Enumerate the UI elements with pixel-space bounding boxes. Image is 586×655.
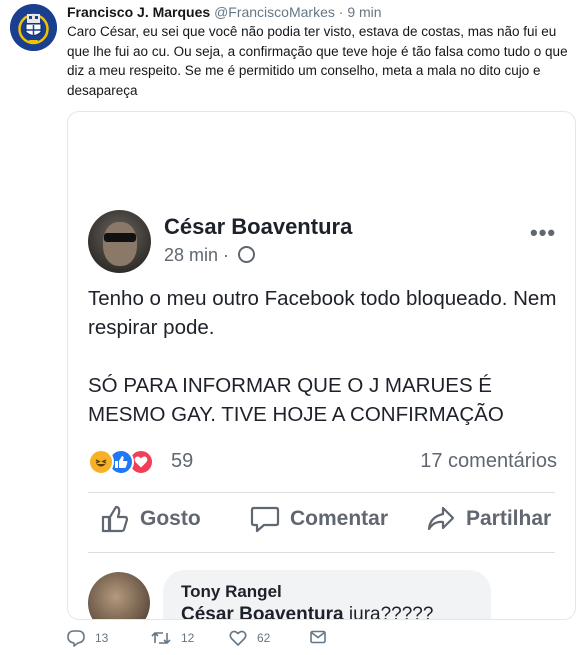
fb-comment-bubble: Tony Rangel César Boaventura jura????? (163, 570, 491, 620)
fb-post-paragraph: SÓ PARA INFORMAR QUE O J MARUES É MESMO … (88, 374, 504, 426)
fb-like-label: Gosto (140, 507, 201, 530)
tweet-timestamp[interactable]: 9 min (347, 4, 381, 20)
embedded-screenshot[interactable]: César Boaventura 28 min · ••• Tenho o me… (67, 111, 576, 620)
fb-avatar-face (103, 222, 137, 266)
like-button[interactable]: 62 (229, 629, 270, 647)
author-handle[interactable]: @FranciscoMarkes (214, 4, 335, 20)
tweet-header: Francisco J. Marques @FranciscoMarkes · … (67, 3, 382, 21)
comment-mention: César Boaventura (181, 604, 344, 620)
comment-body: jura????? (343, 604, 434, 620)
fb-post-time: 28 min · (164, 245, 256, 266)
comments-count: 17 comentários (420, 450, 557, 472)
tweet-text: Caro César, eu sei que você não podia te… (67, 24, 568, 98)
fb-action-bar: Gosto Comentar Partilhar (68, 504, 575, 544)
separator-dot: · (338, 4, 344, 20)
fb-time-text: 28 min (164, 245, 219, 265)
fb-share-label: Partilhar (466, 507, 552, 530)
commenter-avatar (88, 572, 150, 619)
reaction-count: 59 (171, 450, 194, 472)
comment-text: César Boaventura jura????? (181, 604, 434, 620)
fb-avatar-sunglasses (104, 233, 136, 242)
retweet-button[interactable]: 12 (151, 629, 194, 647)
fb-time-separator: · (223, 245, 230, 265)
envelope-icon (310, 630, 326, 644)
retweet-count: 12 (181, 631, 195, 645)
author-avatar[interactable] (10, 4, 57, 51)
reply-count: 13 (95, 631, 109, 645)
reply-button[interactable]: 13 (67, 629, 108, 647)
fb-author-name: César Boaventura (164, 214, 353, 239)
fc-porto-crest-icon (10, 4, 57, 51)
reply-icon (67, 630, 85, 647)
comment-bubble-icon (250, 506, 280, 533)
divider (88, 492, 555, 493)
tweet-action-bar: 13 12 62 (67, 629, 467, 649)
like-count: 62 (257, 631, 271, 645)
share-arrow-icon (427, 506, 455, 531)
direct-message-button[interactable] (310, 629, 336, 645)
fb-post-paragraph: Tenho o meu outro Facebook todo bloquead… (88, 287, 557, 339)
fb-comment-button: Comentar (250, 504, 388, 534)
commenter-name: Tony Rangel (181, 582, 282, 601)
fb-like-button: Gosto (100, 504, 201, 534)
retweet-icon (151, 632, 171, 644)
fb-comment-label: Comentar (290, 507, 389, 530)
fb-author-avatar (88, 210, 151, 273)
author-name[interactable]: Francisco J. Marques (67, 4, 210, 20)
tweet: Francisco J. Marques @FranciscoMarkes · … (0, 0, 586, 655)
fb-post-text: Tenho o meu outro Facebook todo bloquead… (88, 284, 558, 458)
fb-share-button: Partilhar (426, 504, 551, 534)
haha-reaction-icon (88, 449, 114, 475)
globe-icon (238, 246, 256, 263)
thumbs-up-icon (101, 505, 129, 533)
divider (88, 552, 555, 553)
more-options-icon: ••• (530, 220, 557, 245)
heart-icon (229, 630, 247, 646)
